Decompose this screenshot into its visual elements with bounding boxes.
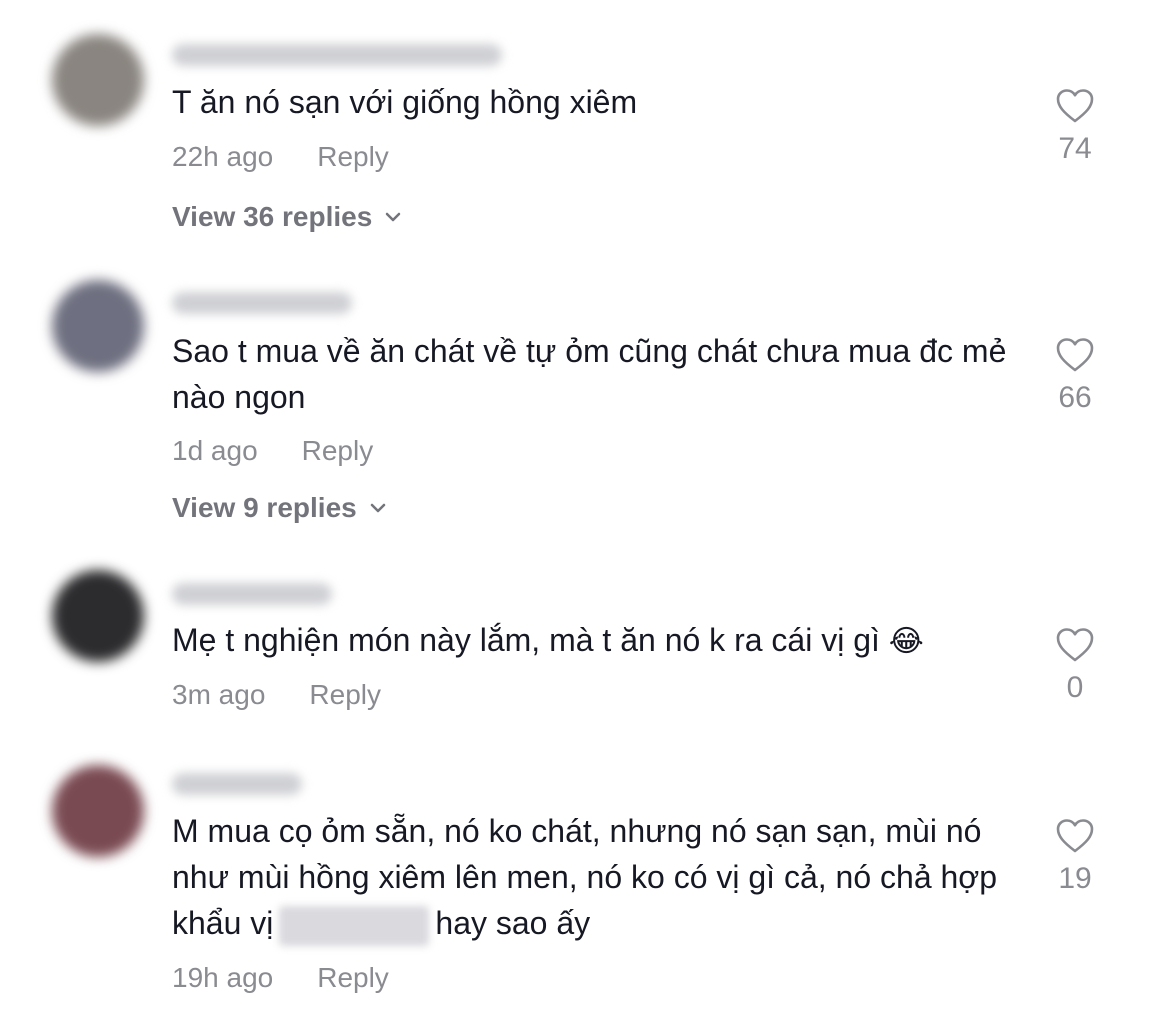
heart-icon bbox=[1056, 338, 1094, 372]
view-replies-label: View 36 replies bbox=[172, 201, 373, 232]
heart-icon bbox=[1056, 819, 1094, 853]
view-replies-button[interactable]: View 36 replies bbox=[172, 201, 402, 233]
avatar[interactable] bbox=[52, 570, 144, 662]
comment-text: Sao t mua về ăn chát về tự ỏm cũng chát … bbox=[172, 333, 1007, 415]
comment-meta: 3m ago Reply bbox=[172, 679, 381, 711]
comment-text: T ăn nó sạn với giống hồng xiêm bbox=[172, 84, 638, 120]
comment-meta: 22h ago Reply bbox=[172, 141, 389, 173]
redacted-text bbox=[279, 905, 430, 946]
comment-meta: 19h ago Reply bbox=[172, 962, 389, 994]
avatar[interactable] bbox=[52, 280, 144, 372]
reply-button[interactable]: Reply bbox=[317, 962, 389, 994]
reply-button[interactable]: Reply bbox=[309, 679, 381, 711]
chevron-down-icon bbox=[386, 212, 401, 222]
heart-icon bbox=[1056, 89, 1094, 123]
username-redacted[interactable] bbox=[172, 583, 332, 605]
comment-meta: 1d ago Reply bbox=[172, 435, 373, 467]
laughing-emoji-icon: 😂 bbox=[888, 624, 924, 659]
like-button[interactable]: 0 bbox=[1040, 627, 1110, 705]
chevron-down-icon bbox=[370, 503, 385, 513]
like-button[interactable]: 66 bbox=[1040, 337, 1110, 415]
comment-text-tail: hay sao ấy bbox=[435, 905, 591, 941]
heart-icon bbox=[1056, 628, 1094, 662]
like-button[interactable]: 19 bbox=[1040, 818, 1110, 896]
username-redacted[interactable] bbox=[172, 292, 352, 314]
comment-text: Mẹ t nghiện món này lắm, mà t ăn nó k ra… bbox=[172, 617, 1032, 665]
comment-time: 3m ago bbox=[172, 679, 266, 710]
avatar[interactable] bbox=[52, 765, 144, 857]
view-replies-label: View 9 replies bbox=[172, 492, 357, 523]
like-count: 0 bbox=[1066, 671, 1084, 704]
comment-text-body: Mẹ t nghiện món này lắm, mà t ăn nó k ra… bbox=[172, 622, 880, 658]
avatar[interactable] bbox=[52, 34, 144, 126]
comment-text: M mua cọ ỏm sẵn, nó ko chát, nhưng nó sạ… bbox=[172, 808, 1002, 946]
reply-button[interactable]: Reply bbox=[317, 141, 389, 173]
like-count: 74 bbox=[1058, 132, 1092, 165]
view-replies-button[interactable]: View 9 replies bbox=[172, 492, 387, 524]
like-count: 66 bbox=[1058, 381, 1092, 414]
reply-button[interactable]: Reply bbox=[302, 435, 374, 467]
username-redacted[interactable] bbox=[172, 44, 502, 66]
comment-time: 1d ago bbox=[172, 435, 258, 466]
comment-time: 19h ago bbox=[172, 962, 274, 993]
like-button[interactable]: 74 bbox=[1040, 88, 1110, 166]
username-redacted[interactable] bbox=[172, 773, 302, 795]
comment-time: 22h ago bbox=[172, 141, 274, 172]
like-count: 19 bbox=[1058, 862, 1092, 895]
